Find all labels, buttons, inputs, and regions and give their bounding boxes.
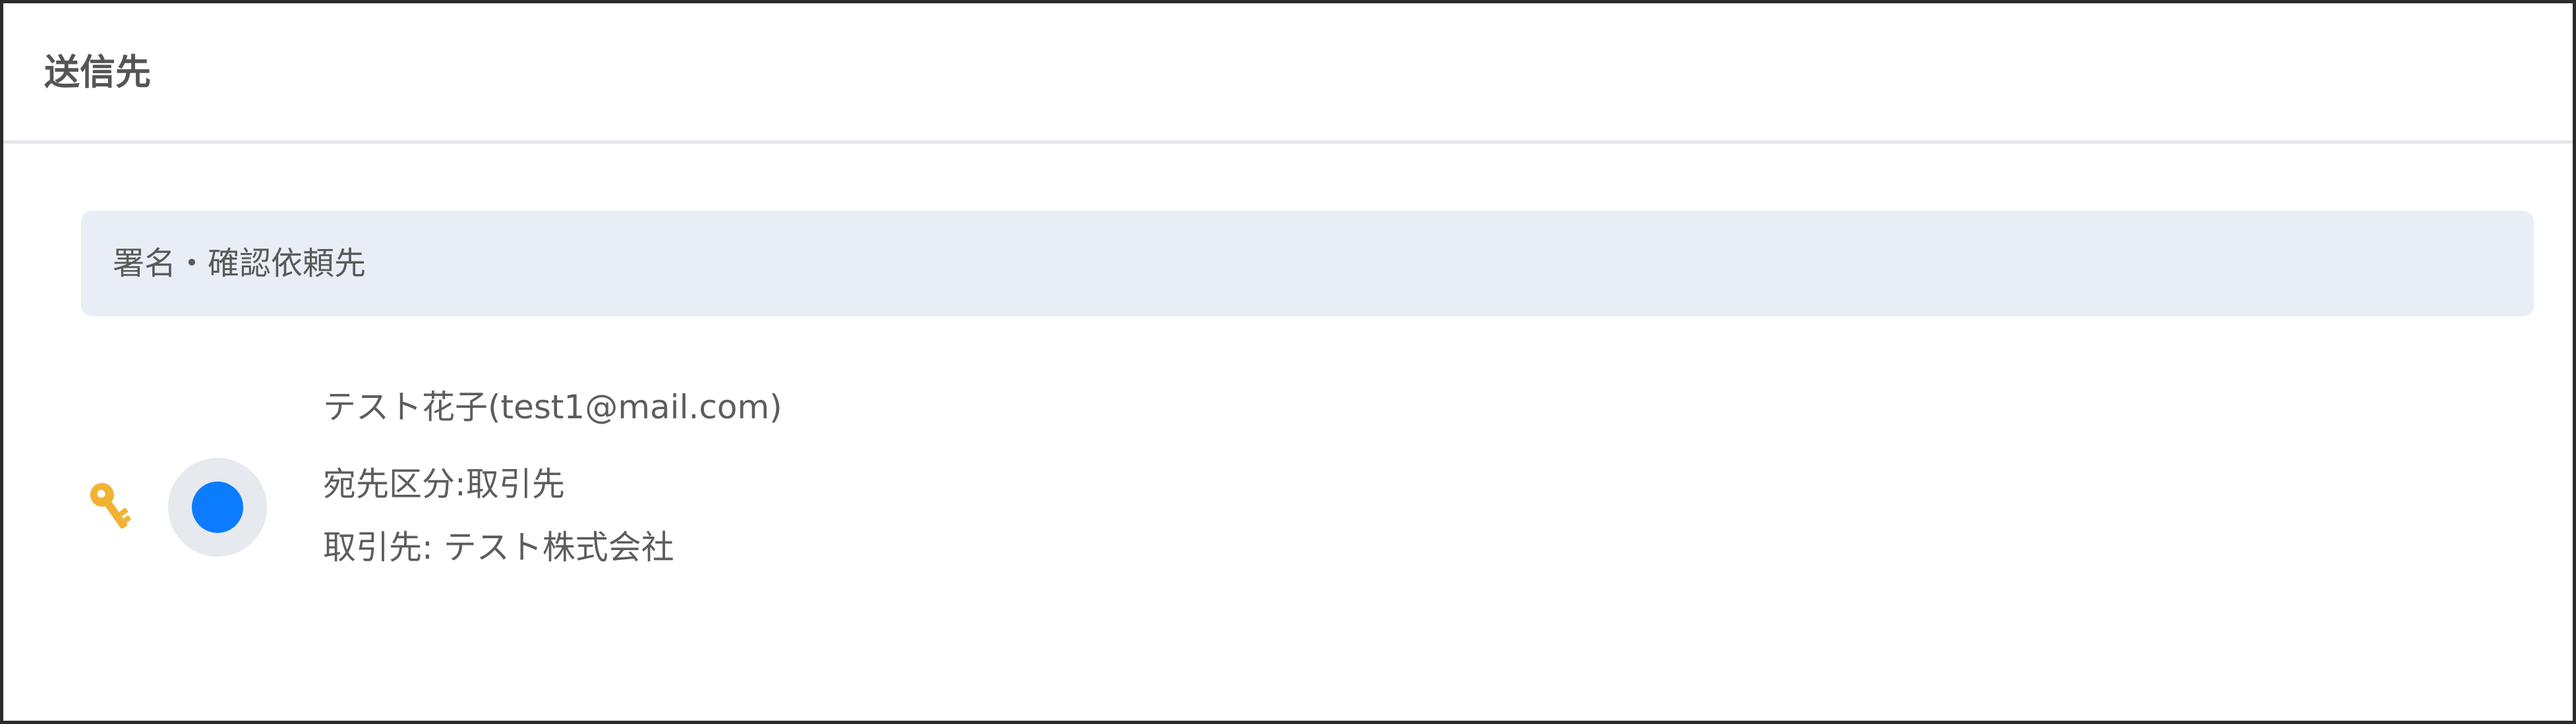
panel-header: 送信先 <box>3 3 2573 144</box>
avatar-icon <box>168 458 267 557</box>
recipients-panel: 送信先 署名・確認依頼先 テスト花子(test1@mail.com) 宛先区分:… <box>0 0 2576 724</box>
key-icon <box>90 483 131 529</box>
section-label: 署名・確認依頼先 <box>113 245 366 282</box>
section-header-signature-request: 署名・確認依頼先 <box>81 211 2534 316</box>
recipient-name-email: テスト花子(test1@mail.com) <box>323 388 782 426</box>
recipient-item[interactable]: テスト花子(test1@mail.com) 宛先区分:取引先 取引先: テスト株… <box>3 372 2573 590</box>
avatar-dot <box>192 482 243 533</box>
panel-title: 送信先 <box>44 51 151 93</box>
recipient-partner: 取引先: テスト株式会社 <box>323 528 674 567</box>
recipient-type: 宛先区分:取引先 <box>323 465 565 503</box>
